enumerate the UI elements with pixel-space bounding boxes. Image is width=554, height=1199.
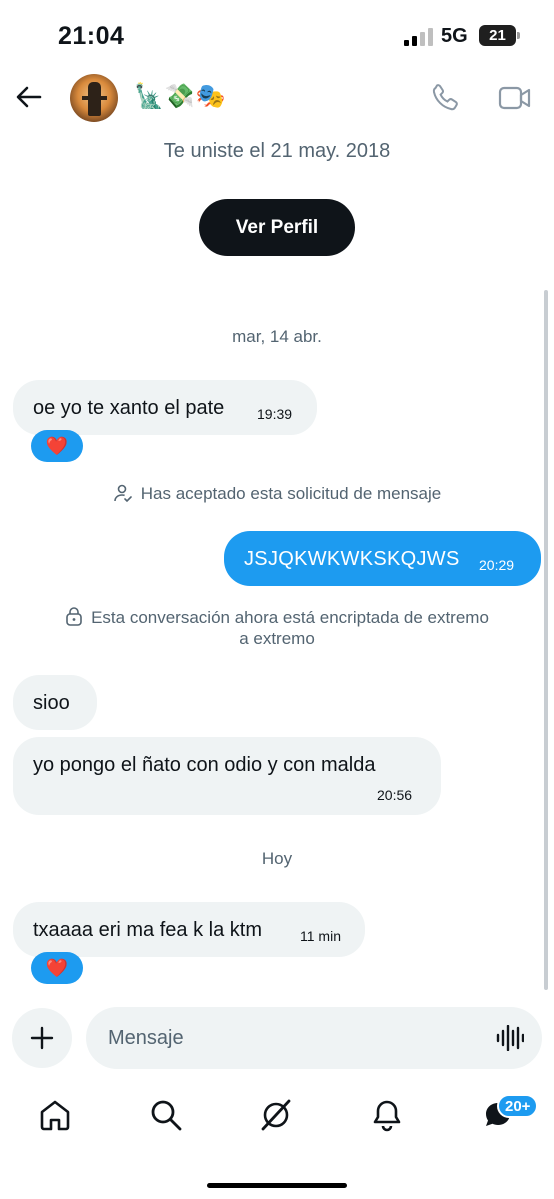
message-input[interactable] [108, 1007, 478, 1069]
message-text: oe yo te xanto el pate [33, 397, 225, 419]
message-bubble-outgoing[interactable]: JSJQKWKWKSKQJWS 20:29 [224, 531, 541, 586]
conversation-name[interactable]: 🗽💸🎭 [134, 82, 227, 111]
view-profile-button[interactable]: Ver Perfil [199, 199, 355, 256]
date-separator: mar, 14 abr. [232, 327, 322, 346]
heart-reaction[interactable]: ❤️ [31, 952, 83, 984]
battery-icon: 21 [479, 25, 520, 46]
message-time: 11 min [300, 928, 341, 944]
back-arrow-icon[interactable] [14, 82, 44, 112]
lock-icon [66, 607, 82, 626]
grok-icon[interactable] [259, 1098, 293, 1132]
message-time: 19:39 [257, 406, 293, 422]
handle-fragment [196, 124, 258, 130]
date-separator: Hoy [261, 849, 293, 868]
accepted-text: Has aceptado esta solicitud de mensaje [140, 484, 442, 503]
messages-badge: 20+ [497, 1094, 539, 1118]
message-text: txaaaa eri ma fea k la ktm [33, 919, 262, 941]
network-type: 5G [441, 25, 468, 47]
phone-icon[interactable] [429, 82, 461, 114]
video-camera-icon[interactable] [498, 84, 532, 112]
encryption-notice: Esta conversación ahora está encriptada … [0, 606, 554, 649]
accepted-request-notice: Has aceptado esta solicitud de mensaje [0, 483, 554, 504]
message-text: JSJQKWKWKSKQJWS [244, 548, 460, 570]
add-media-button[interactable] [12, 1008, 72, 1068]
avatar-figure-arms [82, 96, 107, 100]
person-check-icon [113, 484, 132, 503]
encryption-text-line1: Esta conversación ahora está encriptada … [91, 608, 489, 627]
message-bubble-incoming[interactable]: yo pongo el ñato con odio y con malda 20… [13, 737, 441, 815]
heart-reaction[interactable]: ❤️ [31, 430, 83, 462]
voice-waveform-icon[interactable] [496, 1025, 524, 1051]
heart-icon: ❤️ [45, 957, 69, 978]
home-icon[interactable] [38, 1098, 72, 1132]
search-icon[interactable] [149, 1098, 183, 1132]
message-time: 20:29 [479, 557, 515, 573]
avatar[interactable] [70, 74, 118, 122]
message-bubble-incoming[interactable]: oe yo te xanto el pate 19:39 [13, 380, 317, 435]
encryption-text-line2: a extremo [239, 629, 315, 648]
message-bubble-incoming[interactable]: txaaaa eri ma fea k la ktm 11 min [13, 902, 365, 957]
message-time: 20:56 [377, 787, 413, 803]
message-composer[interactable] [86, 1007, 542, 1069]
plus-icon [30, 1026, 54, 1050]
notifications-bell-icon[interactable] [370, 1098, 404, 1132]
heart-icon: ❤️ [45, 435, 69, 456]
message-text: yo pongo el ñato con odio y con malda [33, 754, 376, 776]
signal-icon [404, 28, 433, 46]
joined-date: Te uniste el 21 may. 2018 [163, 140, 391, 162]
status-time: 21:04 [58, 22, 125, 50]
message-bubble-incoming[interactable]: sioo [13, 675, 97, 730]
message-text: sioo [33, 692, 70, 714]
home-indicator [207, 1183, 347, 1188]
